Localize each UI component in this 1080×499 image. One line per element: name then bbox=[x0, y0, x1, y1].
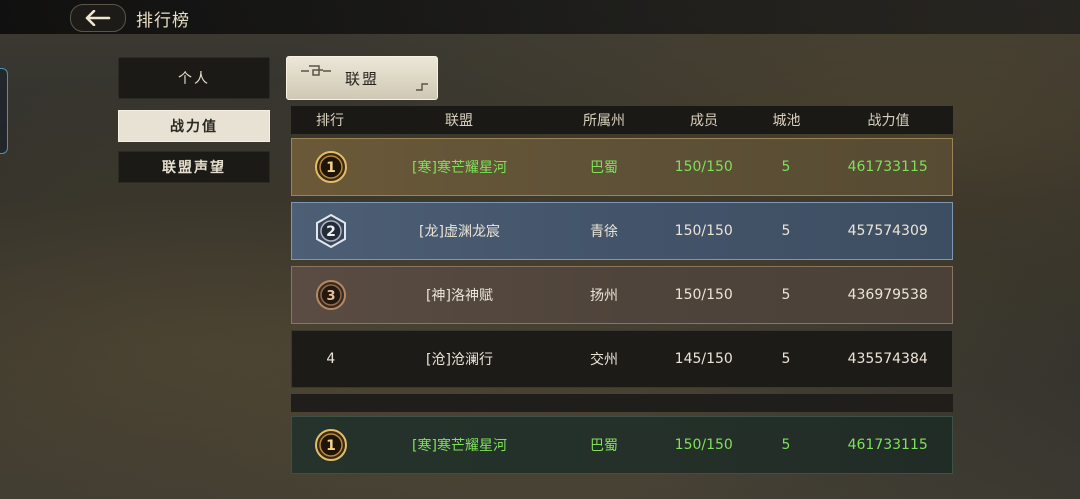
rank-cell: 2 bbox=[292, 213, 370, 249]
col-state: 所属州 bbox=[583, 113, 625, 129]
my-alliance-row[interactable]: 1 [寒]寒芒耀星河 巴蜀 150/150 5 461733115 bbox=[291, 416, 953, 474]
col-alliance: 联盟 bbox=[445, 113, 473, 129]
power-value: 461733115 bbox=[847, 159, 928, 175]
alliance-name: [龙]虚渊龙宸 bbox=[419, 224, 500, 240]
state-name: 扬州 bbox=[590, 288, 619, 304]
list-divider bbox=[291, 394, 953, 412]
corner-ornament-icon bbox=[416, 83, 428, 91]
state-name: 巴蜀 bbox=[590, 160, 619, 176]
cloud-ornament-icon bbox=[301, 65, 331, 76]
svg-text:1: 1 bbox=[326, 438, 336, 454]
top-bar: 排行榜 bbox=[0, 0, 1080, 34]
city-count: 5 bbox=[781, 159, 791, 175]
power-value: 461733115 bbox=[847, 437, 928, 453]
sidebar-item-reputation[interactable]: 联盟声望 bbox=[118, 151, 270, 183]
member-count: 150/150 bbox=[674, 287, 733, 303]
table-row[interactable]: 1 [寒]寒芒耀星河 巴蜀 150/150 5 461733115 bbox=[291, 138, 953, 196]
svg-text:3: 3 bbox=[326, 289, 335, 304]
rank-cell: 1 bbox=[292, 428, 370, 462]
bronze-medal-icon: 3 bbox=[315, 280, 346, 310]
city-count: 5 bbox=[781, 351, 791, 367]
personal-tab-button[interactable]: 个人 bbox=[118, 57, 270, 99]
table-header: 排行 联盟 所属州 成员 城池 战力值 bbox=[291, 106, 953, 134]
alliance-name: [沧]沧澜行 bbox=[426, 352, 493, 368]
state-name: 巴蜀 bbox=[590, 438, 619, 454]
state-name: 交州 bbox=[590, 352, 619, 368]
state-name: 青徐 bbox=[590, 224, 619, 240]
back-button[interactable] bbox=[70, 4, 126, 32]
alliance-name: [神]洛神赋 bbox=[426, 288, 493, 304]
rank-cell: 1 bbox=[292, 150, 370, 184]
table-row[interactable]: 3 [神]洛神赋 扬州 150/150 5 436979538 bbox=[291, 266, 953, 324]
table-row[interactable]: 2 [龙]虚渊龙宸 青徐 150/150 5 457574309 bbox=[291, 202, 953, 260]
member-count: 150/150 bbox=[674, 437, 733, 453]
member-count: 145/150 bbox=[674, 351, 733, 367]
power-value: 457574309 bbox=[847, 223, 928, 239]
silver-medal-icon: 2 bbox=[315, 213, 346, 249]
alliance-tab-label: 联盟 bbox=[344, 69, 379, 88]
member-count: 150/150 bbox=[674, 159, 733, 175]
city-count: 5 bbox=[781, 287, 791, 303]
table-row[interactable]: 4 [沧]沧澜行 交州 145/150 5 435574384 bbox=[291, 330, 953, 388]
city-count: 5 bbox=[781, 437, 791, 453]
back-arrow-icon bbox=[85, 10, 111, 26]
col-rank: 排行 bbox=[316, 113, 344, 129]
sidebar-item-power[interactable]: 战力值 bbox=[118, 110, 270, 142]
member-count: 150/150 bbox=[674, 223, 733, 239]
alliance-tab[interactable]: 联盟 bbox=[286, 56, 438, 100]
rank-cell: 3 bbox=[292, 279, 370, 311]
gold-medal-icon: 1 bbox=[314, 151, 347, 183]
power-value: 435574384 bbox=[847, 351, 928, 367]
col-power: 战力值 bbox=[867, 113, 910, 129]
svg-text:2: 2 bbox=[326, 224, 336, 240]
col-members: 成员 bbox=[690, 113, 718, 129]
power-value: 436979538 bbox=[847, 287, 928, 303]
rank-number: 4 bbox=[326, 351, 336, 367]
gold-medal-icon: 1 bbox=[314, 429, 347, 461]
svg-text:1: 1 bbox=[326, 160, 336, 176]
col-cities: 城池 bbox=[772, 113, 801, 129]
alliance-name: [寒]寒芒耀星河 bbox=[412, 160, 507, 176]
side-pull-tab[interactable] bbox=[0, 68, 8, 154]
city-count: 5 bbox=[781, 223, 791, 239]
alliance-name: [寒]寒芒耀星河 bbox=[412, 438, 507, 454]
page-title: 排行榜 bbox=[136, 11, 190, 31]
